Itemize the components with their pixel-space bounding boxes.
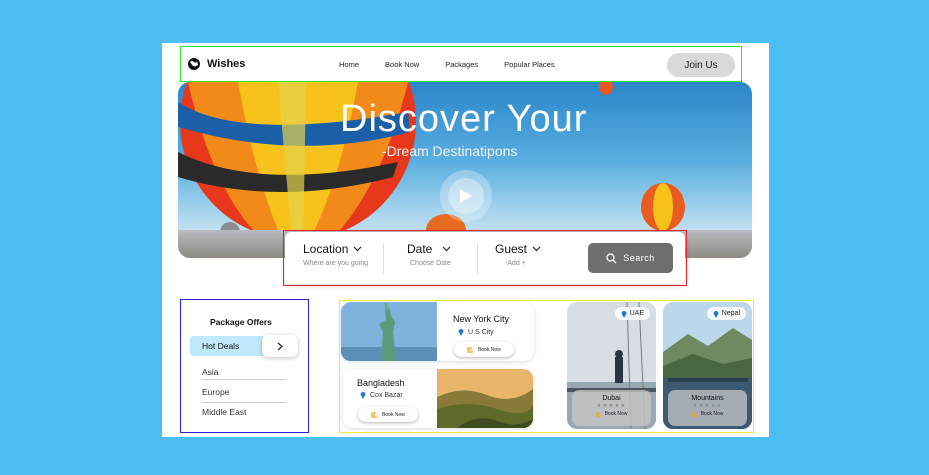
nav-highlight-box (180, 46, 742, 82)
play-icon (460, 189, 472, 203)
offers-highlight-box (180, 299, 309, 433)
hero-title: Discover Your (340, 98, 588, 140)
destinations-highlight-box (339, 300, 754, 433)
play-button-inner (448, 178, 484, 214)
search-highlight-box (283, 230, 687, 286)
play-video-button[interactable] (440, 170, 492, 222)
hero-subtitle: -Dream Destinatipons (382, 143, 518, 159)
